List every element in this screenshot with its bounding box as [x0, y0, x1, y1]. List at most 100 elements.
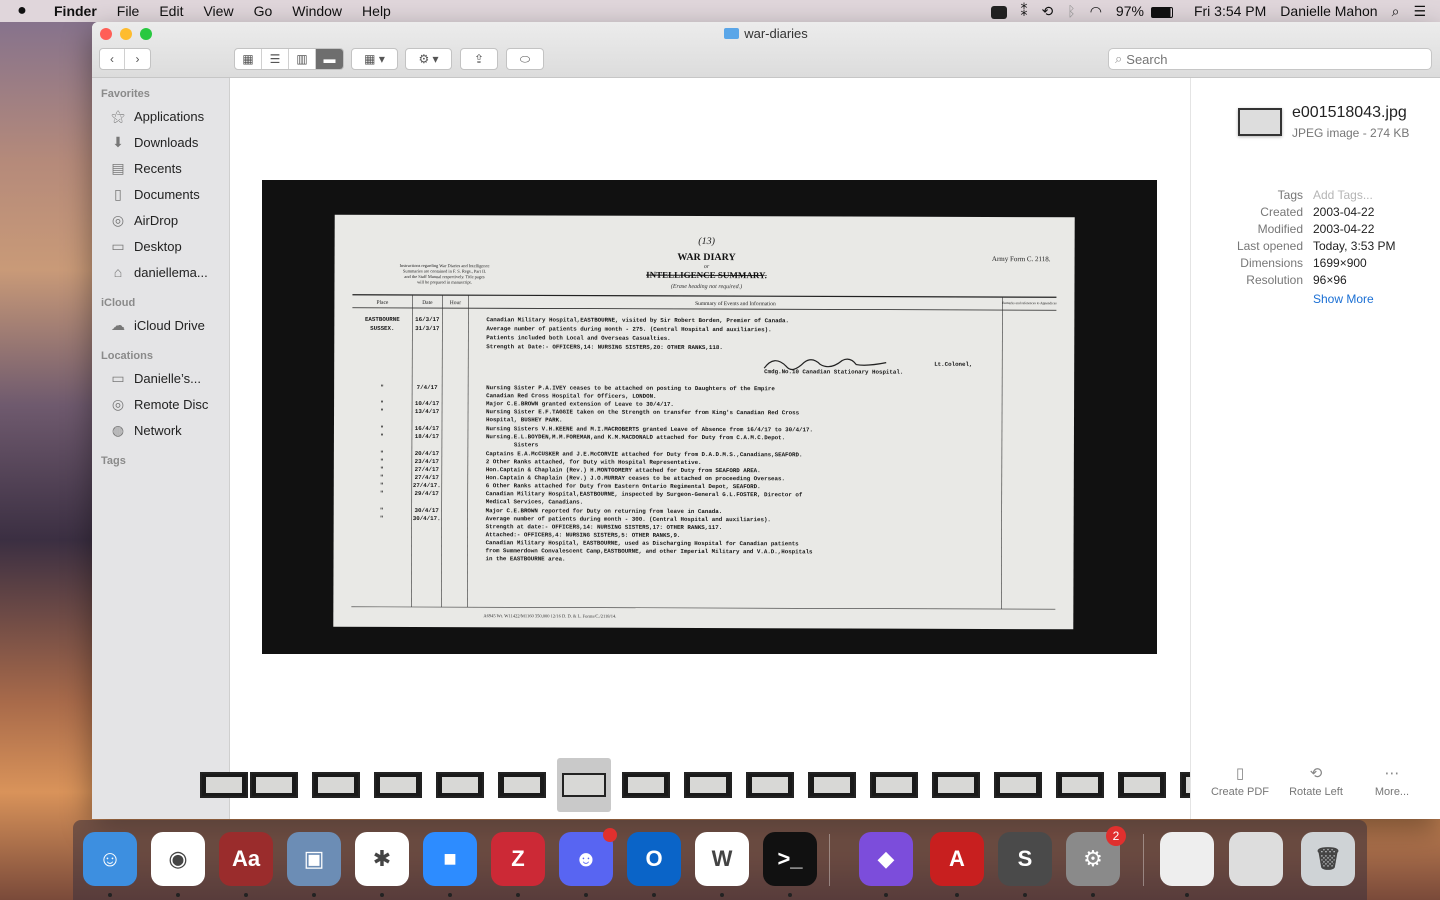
wifi-icon[interactable]: ◠ [1083, 3, 1109, 20]
search-field[interactable]: ⌕ [1108, 48, 1432, 70]
zoom-status-icon[interactable] [984, 3, 1014, 19]
share-button[interactable]: ⇪ [460, 48, 498, 70]
sidebar-item-desktop[interactable]: ▭ Desktop [92, 233, 229, 259]
dock-app-chrome[interactable]: ◉ [151, 832, 205, 886]
diary-entry: Nursing.E.L.BOYDEN,M.M.FOREMAN,and K.M.M… [486, 433, 785, 441]
back-button[interactable]: ‹ [100, 49, 126, 69]
dock-app-preview[interactable]: ▣ [287, 832, 341, 886]
gallery-thumbnail[interactable] [932, 772, 980, 798]
dock-app-terminal[interactable]: >_ [763, 832, 817, 886]
show-more-link[interactable]: Show More [1313, 292, 1374, 306]
sidebar-item-remote-disc[interactable]: ◎ Remote Disc [92, 391, 229, 417]
menu-window[interactable]: Window [282, 3, 352, 19]
sidebar-item-recents[interactable]: ▤ Recents [92, 155, 229, 181]
col-summary: Summary of Events and Information [695, 300, 776, 307]
spotlight-icon[interactable]: ⌕ [1385, 3, 1407, 20]
more-actions-button[interactable]: ⋯ More... [1357, 766, 1427, 799]
dock-app-slack[interactable]: ✱ [355, 832, 409, 886]
gallery-view-button[interactable]: ▬ [316, 49, 343, 69]
sidebar-item-laptop[interactable]: ▭ Danielle’s... [92, 365, 229, 391]
diary-date: 27/4/17. [413, 482, 441, 489]
sidebar-item-network[interactable]: ◍ Network [92, 417, 229, 443]
gallery-thumbnail[interactable] [250, 772, 298, 798]
gallery-thumbnail[interactable] [870, 772, 918, 798]
rotate-left-button[interactable]: ⟲ Rotate Left [1281, 766, 1351, 799]
sidebar-item-icloud-drive[interactable]: ☁ iCloud Drive [92, 312, 229, 338]
gallery-thumbnail[interactable] [498, 772, 546, 798]
dock-app-system-preferences[interactable]: ⚙ 2 [1066, 826, 1126, 886]
add-tags-field[interactable]: Add Tags... [1313, 188, 1373, 202]
war-diary-document: (13) WAR DIARY or INTELLIGENCE SUMMARY. … [333, 214, 1075, 630]
sidebar-item-applications[interactable]: ⚝ Applications [92, 103, 229, 129]
gallery-thumbnail[interactable] [200, 772, 248, 798]
dock-app-zotero[interactable]: Z [491, 832, 545, 886]
dock-app-screenshot-1[interactable] [1160, 832, 1214, 886]
dock-app-finder[interactable]: ☺ [83, 832, 137, 886]
dock-app-word[interactable]: W [695, 832, 749, 886]
bluetooth-icon[interactable]: ᛒ [1060, 3, 1082, 19]
gallery-main: (13) WAR DIARY or INTELLIGENCE SUMMARY. … [200, 78, 1228, 819]
user-name[interactable]: Danielle Mahon [1273, 3, 1384, 19]
action-button[interactable]: ⚙ ▾ [405, 48, 452, 70]
sidebar-item-documents[interactable]: ▯ Documents [92, 181, 229, 207]
notification-badge: 2 [1106, 826, 1126, 846]
apple-menu-icon[interactable]: ● [0, 2, 44, 20]
menu-go[interactable]: Go [244, 3, 283, 19]
diary-entry: Nursing Sisters V.H.KEENE and M.I.MACROB… [486, 425, 813, 433]
dock-app-dictionary[interactable]: Aa [219, 832, 273, 886]
tag-button[interactable]: ⬭ [506, 48, 544, 70]
dock-app-icon: S [1017, 846, 1033, 871]
running-indicator [652, 893, 656, 897]
gallery-thumbnail[interactable] [994, 772, 1042, 798]
time-machine-icon[interactable]: ⟲ [1035, 3, 1061, 20]
menu-help[interactable]: Help [352, 3, 401, 19]
sidebar-item-downloads[interactable]: ⬇ Downloads [92, 129, 229, 155]
running-indicator [312, 893, 316, 897]
search-input[interactable] [1126, 51, 1407, 67]
zotero-status-icon[interactable]: ⁑ [1014, 3, 1035, 20]
dock-app-zoom[interactable]: ■ [423, 832, 477, 886]
dock-app-screenshot-2[interactable] [1229, 832, 1283, 886]
clock[interactable]: Fri 3:54 PM [1180, 3, 1273, 19]
diary-date: 10/4/17 [415, 400, 440, 407]
notification-center-icon[interactable]: ☰ [1406, 3, 1440, 20]
dock-app-trash[interactable]: 🗑 [1301, 832, 1355, 886]
army-form: Army Form C. 2118. [992, 255, 1051, 263]
battery-percent[interactable]: 97% [1109, 3, 1151, 19]
diary-entry: Hospital, BUSHEY PARK. [486, 416, 563, 423]
gallery-thumbnail[interactable] [312, 772, 360, 798]
icon-view-button[interactable]: ▦ [235, 49, 262, 69]
gallery-thumbnail[interactable] [1056, 772, 1104, 798]
list-view-button[interactable]: ☰ [262, 49, 289, 69]
gallery-thumbnail[interactable] [746, 772, 794, 798]
group-button[interactable]: ▦ ▾ [351, 48, 398, 70]
sidebar-item-airdrop[interactable]: ◎ AirDrop [92, 207, 229, 233]
menu-edit[interactable]: Edit [149, 3, 193, 19]
menu-view[interactable]: View [193, 3, 243, 19]
menu-file[interactable]: File [107, 3, 150, 19]
gallery-thumbnail[interactable] [374, 772, 422, 798]
battery-icon[interactable] [1150, 3, 1180, 19]
gallery-thumbnail[interactable] [808, 772, 856, 798]
col-remarks: Remarks and references to Appendices [1002, 301, 1057, 305]
gallery-thumbnail[interactable] [1118, 772, 1166, 798]
dock-app-obsidian[interactable]: ◆ [859, 832, 913, 886]
gallery-thumbnail[interactable] [622, 772, 670, 798]
dock-app-discord[interactable]: ☻ [559, 828, 617, 886]
diary-entry: Canadian Military Hospital,EASTBOURNE, v… [486, 316, 789, 324]
diary-entry: Attached:- OFFICERS,4: NURSING SISTERS,5… [486, 531, 681, 539]
dock-app-acrobat[interactable]: A [930, 832, 984, 886]
forward-button[interactable]: › [125, 49, 150, 69]
dock-app-sublime-text[interactable]: S [998, 832, 1052, 886]
dock-app-outlook[interactable]: O [627, 832, 681, 886]
column-view-button[interactable]: ▥ [289, 49, 316, 69]
diary-place: " [380, 474, 384, 481]
gallery-thumbnail[interactable] [684, 772, 732, 798]
dock-app-icon: ◉ [168, 846, 188, 871]
create-pdf-button[interactable]: ▯ Create PDF [1205, 766, 1275, 799]
gallery-thumbnail[interactable] [557, 758, 611, 812]
image-preview[interactable]: (13) WAR DIARY or INTELLIGENCE SUMMARY. … [262, 180, 1157, 654]
sidebar-item-home[interactable]: ⌂ daniellema... [92, 259, 229, 285]
menu-app-finder[interactable]: Finder [44, 3, 107, 19]
gallery-thumbnail[interactable] [436, 772, 484, 798]
